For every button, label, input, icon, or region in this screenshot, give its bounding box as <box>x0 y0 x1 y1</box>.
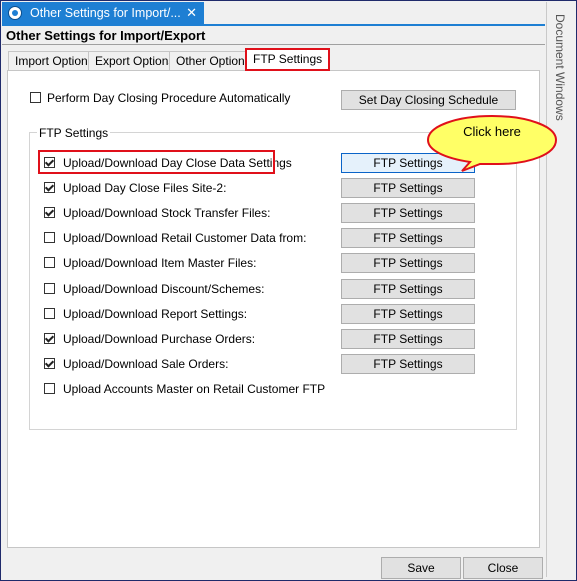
page-title: Other Settings for Import/Export <box>6 28 206 43</box>
auto-day-closing-checkbox[interactable] <box>30 92 41 103</box>
ftp-row-checkbox[interactable] <box>44 257 55 269</box>
close-icon[interactable]: ✕ <box>186 5 197 21</box>
ftp-row-label: Upload/Download Discount/Schemes: <box>63 281 265 296</box>
ftp-row-checkbox[interactable] <box>44 382 55 394</box>
document-tab-title: Other Settings for Import/... <box>30 6 181 20</box>
ftp-row-checkbox[interactable] <box>44 182 55 194</box>
ftp-row-checkbox[interactable] <box>44 282 55 294</box>
ftp-row-label: Upload/Download Purchase Orders: <box>63 331 256 346</box>
document-windows-label[interactable]: Document Windows <box>553 14 567 121</box>
app-icon <box>8 6 22 20</box>
ftp-settings-group-legend: FTP Settings <box>37 126 111 140</box>
tab-export-options[interactable]: Export Options <box>88 51 182 70</box>
ftp-settings-button[interactable]: FTP Settings <box>341 278 475 299</box>
callout-bubble-shape <box>426 114 558 172</box>
ftp-row-label: Upload/Download Stock Transfer Files: <box>63 206 271 221</box>
ftp-row-label: Upload/Download Sale Orders: <box>63 356 229 371</box>
ftp-row-label: Upload/Download Item Master Files: <box>63 256 257 271</box>
ftp-row-checkbox[interactable] <box>44 307 55 319</box>
ftp-row-label: Upload Accounts Master on Retail Custome… <box>63 381 326 396</box>
ftp-settings-button[interactable]: FTP Settings <box>341 253 475 274</box>
document-tab[interactable]: Other Settings for Import/... ✕ <box>2 2 204 24</box>
tab-import-options[interactable]: Import Options <box>8 51 101 70</box>
title-divider <box>2 44 545 45</box>
close-button[interactable]: Close <box>463 557 543 579</box>
ftp-settings-button[interactable]: FTP Settings <box>341 353 475 374</box>
set-day-closing-schedule-button[interactable]: Set Day Closing Schedule <box>341 90 516 110</box>
ftp-row-checkbox[interactable] <box>44 207 55 219</box>
save-button[interactable]: Save <box>381 557 461 579</box>
click-here-callout: Click here <box>422 114 562 172</box>
auto-day-closing-label: Perform Day Closing Procedure Automatica… <box>47 91 291 105</box>
tab-ftp-settings[interactable]: FTP Settings <box>245 48 331 71</box>
ftp-row-label: Upload Day Close Files Site-2: <box>63 181 227 196</box>
ftp-row-checkbox[interactable] <box>44 357 55 369</box>
callout-text: Click here <box>463 124 521 139</box>
tab-underline <box>2 24 545 26</box>
ftp-settings-button[interactable]: FTP Settings <box>341 228 475 249</box>
ftp-settings-button[interactable]: FTP Settings <box>341 303 475 324</box>
ftp-row-label: Upload/Download Report Settings: <box>63 306 248 321</box>
ftp-settings-button[interactable]: FTP Settings <box>341 328 475 349</box>
ftp-row-checkbox[interactable] <box>44 232 55 244</box>
ftp-settings-button[interactable]: FTP Settings <box>341 203 475 224</box>
ftp-row-label: Upload/Download Retail Customer Data fro… <box>63 231 307 246</box>
highlight-day-close-row <box>38 150 275 174</box>
ftp-row-checkbox[interactable] <box>44 332 55 344</box>
ftp-settings-button[interactable]: FTP Settings <box>341 178 475 199</box>
